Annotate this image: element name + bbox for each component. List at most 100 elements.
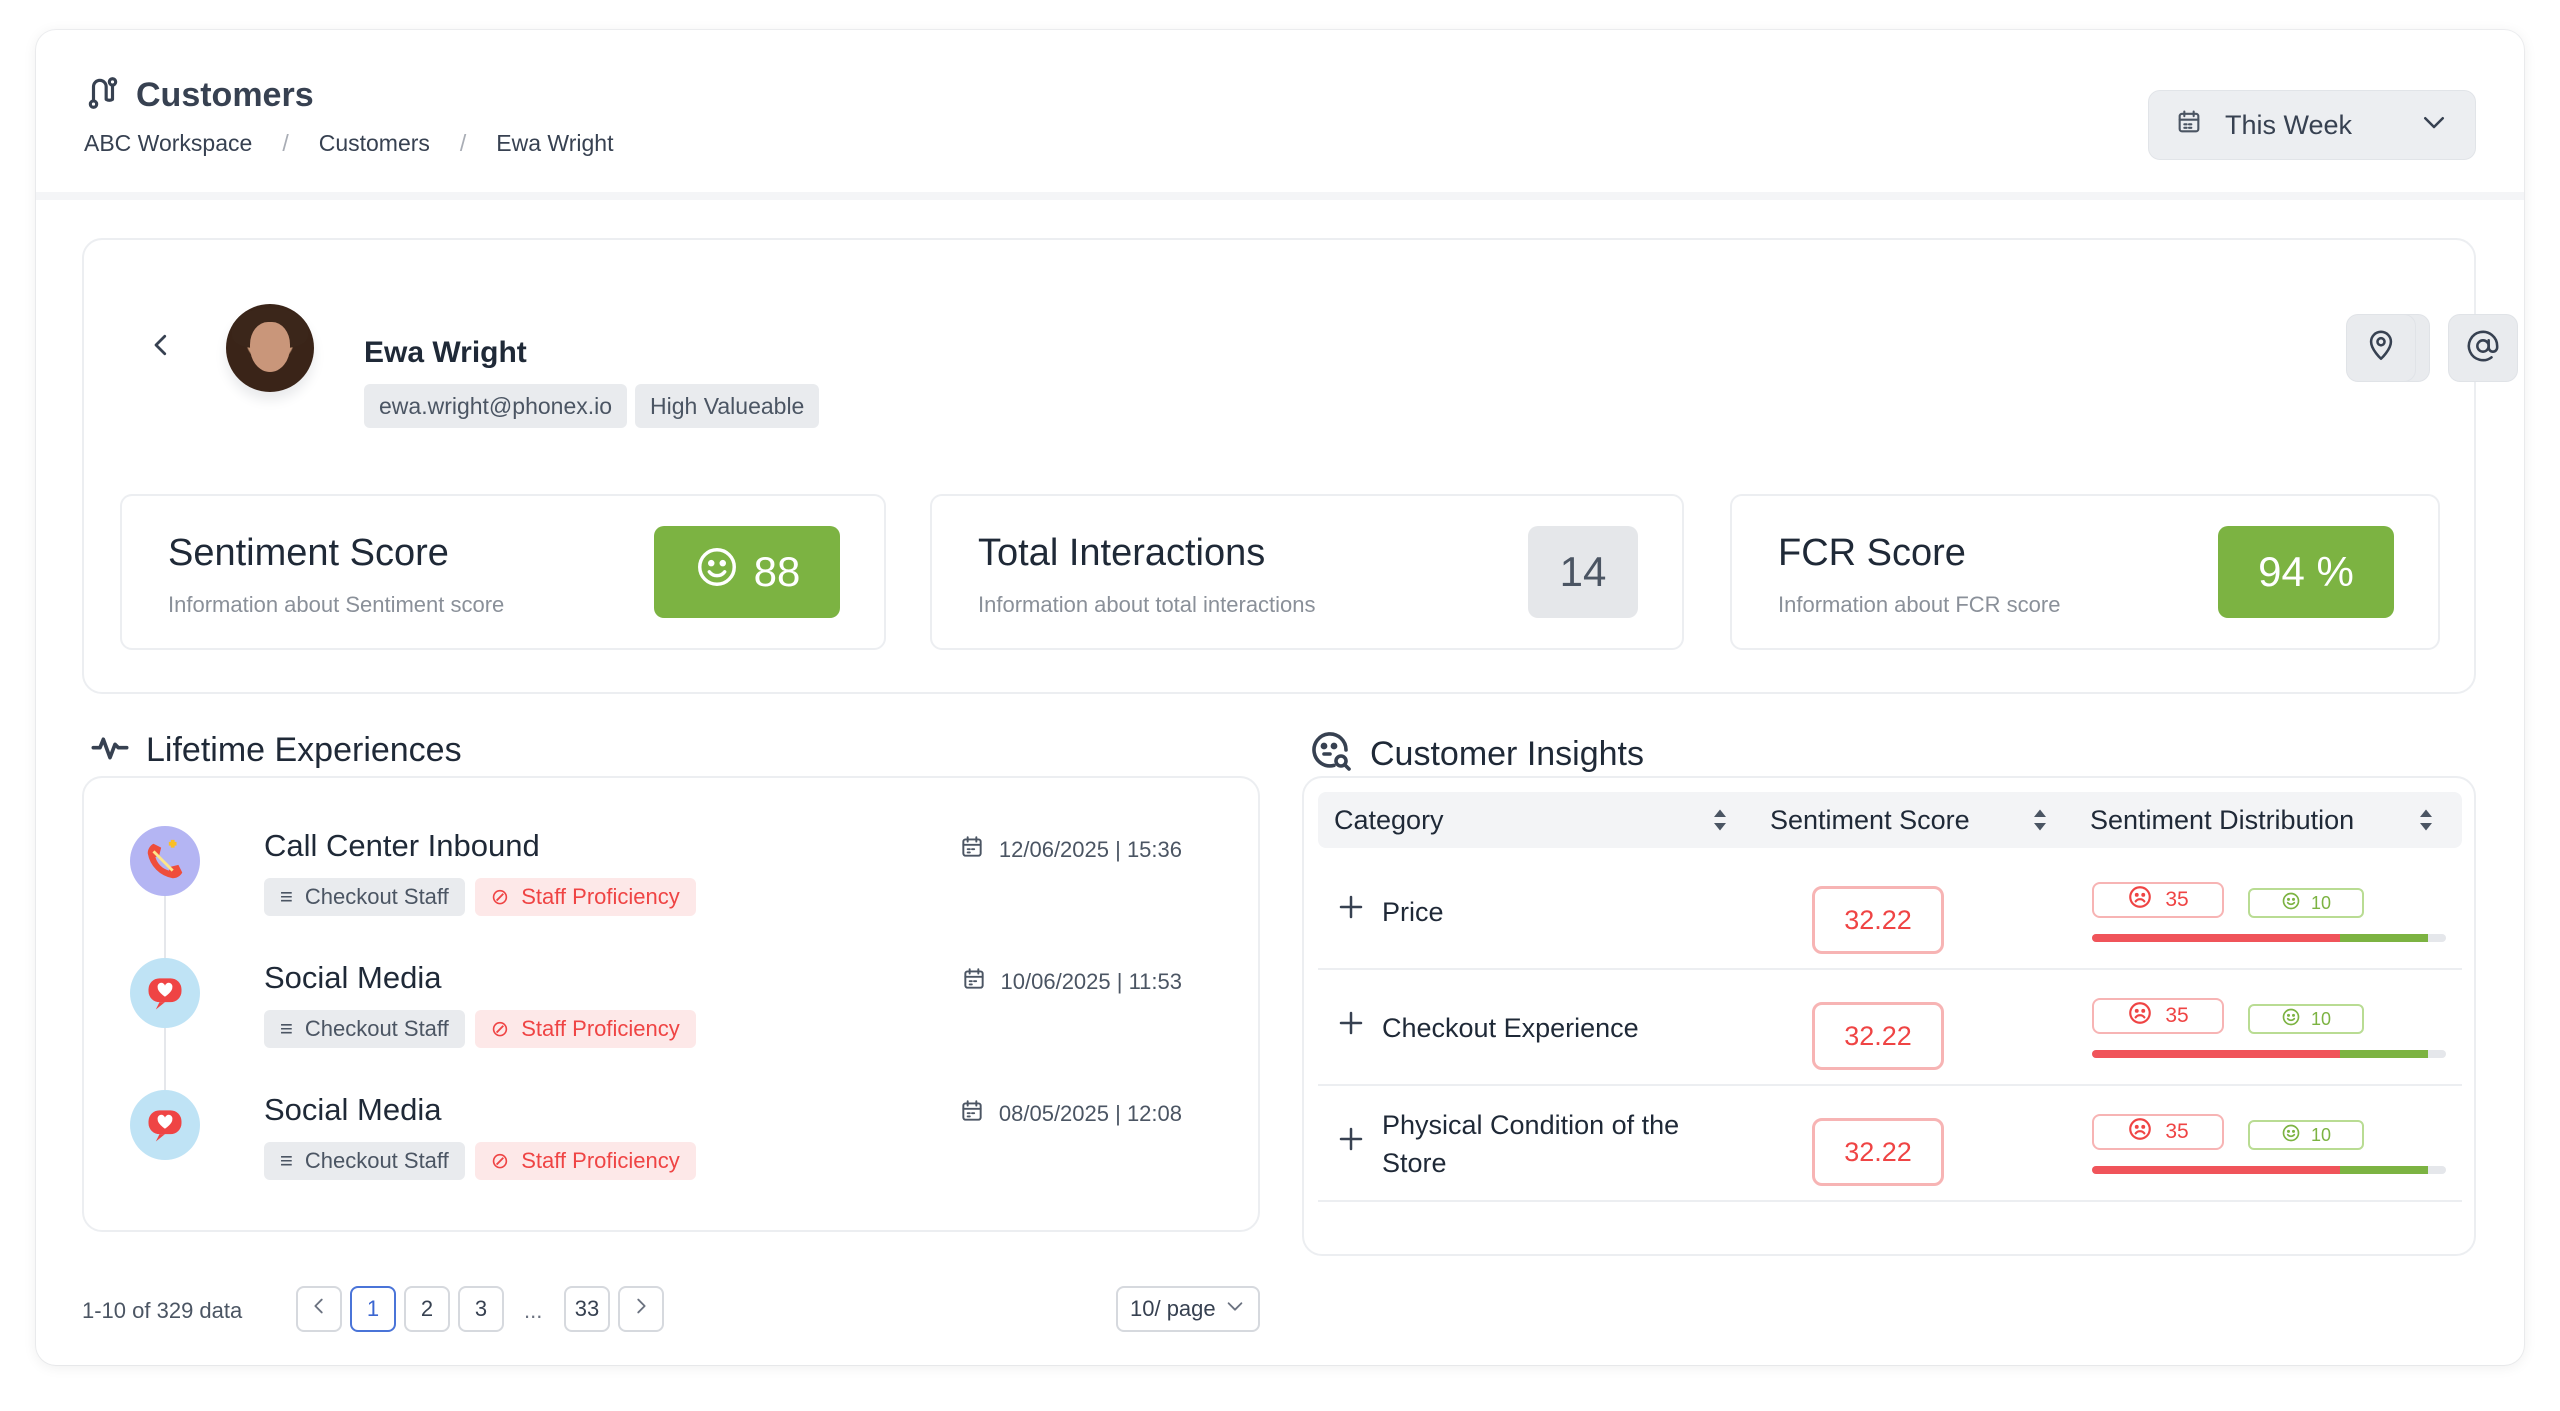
column-header-category[interactable]: Category <box>1334 792 1444 848</box>
social-heart-icon <box>130 958 200 1028</box>
category-label: Physical Condition of the Store <box>1382 1110 1680 1178</box>
experience-date: 08/05/2025 | 12:08 <box>959 1098 1182 1130</box>
tag-checkout-staff: ≡ Checkout Staff <box>264 878 465 916</box>
metric-title: Total Interactions <box>978 532 1266 574</box>
expand-plus-icon[interactable] <box>1336 1008 1366 1048</box>
experience-date: 10/06/2025 | 11:53 <box>961 966 1182 998</box>
page-size-value: 10/ page <box>1130 1296 1216 1321</box>
section-title-text: Lifetime Experiences <box>146 731 462 769</box>
category-label: Price <box>1382 897 1444 927</box>
fcr-score-badge: 94 % <box>2218 526 2394 618</box>
breadcrumb-separator: / <box>459 130 467 156</box>
total-interactions-badge: 14 <box>1528 526 1638 618</box>
negative-count-badge: 35 <box>2092 998 2224 1034</box>
fcr-score-card: FCR Score Information about FCR score 94… <box>1730 494 2440 650</box>
tag-staff-proficiency: ⊘ Staff Proficiency <box>474 1142 696 1180</box>
breadcrumb-customers[interactable]: Customers <box>319 130 430 157</box>
smile-icon <box>2281 1007 2301 1032</box>
negative-share-fill <box>2092 1050 2340 1058</box>
sort-icon[interactable] <box>2418 808 2434 837</box>
experience-date-text: 08/05/2025 | 12:08 <box>998 1101 1182 1126</box>
metric-title: Sentiment Score <box>168 532 449 574</box>
sentiment-score-cell: 32.22 <box>1812 1118 1944 1186</box>
email-tag: ewa.wright@phonex.io <box>364 384 628 428</box>
total-interactions-card: Total Interactions Information about tot… <box>930 494 1684 650</box>
sort-icon[interactable] <box>2032 808 2048 837</box>
email-button[interactable] <box>2448 314 2518 382</box>
category-cell: Price <box>1336 854 1444 970</box>
list-icon: ≡ <box>280 884 293 909</box>
tag-staff-proficiency: ⊘ Staff Proficiency <box>474 1010 696 1048</box>
tag-checkout-staff: ≡ Checkout Staff <box>264 1142 465 1180</box>
sentiment-score-badge: 88 <box>654 526 840 618</box>
map-pin-icon <box>2364 329 2398 368</box>
experience-tags: ≡ Checkout Staff ⊘ Staff Proficiency <box>264 1142 696 1180</box>
location-button[interactable] <box>2346 314 2416 382</box>
customer-insights-title: Customer Insights <box>1306 726 1644 783</box>
pagination-ellipsis: ... <box>524 1298 543 1323</box>
metric-description: Information about total interactions <box>978 592 1316 617</box>
experience-tags: ≡ Checkout Staff ⊘ Staff Proficiency <box>264 1010 696 1048</box>
expand-plus-icon[interactable] <box>1336 892 1366 932</box>
social-heart-icon <box>130 1090 200 1160</box>
calendar-icon <box>2175 108 2203 143</box>
positive-count-badge: 10 <box>2248 1004 2364 1034</box>
page-title: Customers <box>84 74 314 117</box>
next-page-button[interactable] <box>618 1286 664 1332</box>
list-item[interactable]: Social Media 10/06/2025 | 11:53 ≡ Checkou… <box>130 958 1230 1068</box>
page-header: Customers ABC Workspace / Customers / Ew… <box>36 30 2524 200</box>
category-cell: Checkout Experience <box>1336 970 1639 1086</box>
sort-icon[interactable] <box>1712 808 1728 837</box>
experience-title: Social Media <box>264 1092 442 1127</box>
chevron-down-icon <box>2419 107 2449 144</box>
app-frame: Customers ABC Workspace / Customers / Ew… <box>36 30 2524 1365</box>
sad-face-icon <box>2127 1000 2153 1032</box>
column-header-sentiment-distribution[interactable]: Sentiment Distribution <box>2090 792 2354 848</box>
at-sign-icon <box>2466 329 2500 368</box>
back-button[interactable] <box>146 330 176 365</box>
page-button-2[interactable]: 2 <box>404 1286 450 1332</box>
table-row: Price 32.22 35 10 <box>1318 854 2462 970</box>
prev-page-button[interactable] <box>296 1286 342 1332</box>
positive-count-badge: 10 <box>2248 1120 2364 1150</box>
page-button-last[interactable]: 33 <box>564 1286 610 1332</box>
list-icon: ≡ <box>280 1148 293 1173</box>
search-icon: ⊘ <box>490 884 510 909</box>
sentiment-distribution-bar <box>2092 1050 2446 1058</box>
breadcrumb-current: Ewa Wright <box>496 130 614 156</box>
tag-checkout-staff: ≡ Checkout Staff <box>264 1010 465 1048</box>
page-button-3[interactable]: 3 <box>458 1286 504 1332</box>
breadcrumb: ABC Workspace / Customers / Ewa Wright <box>84 130 613 157</box>
route-icon <box>84 74 122 117</box>
list-icon: ≡ <box>280 1016 293 1041</box>
table-header: Category Sentiment Score Sentiment Distr… <box>1318 792 2462 848</box>
metric-description: Information about FCR score <box>1778 592 2061 617</box>
experience-title: Social Media <box>264 960 442 995</box>
calendar-icon <box>959 1098 985 1130</box>
category-label: Checkout Experience <box>1382 1013 1639 1043</box>
sentiment-score-cell: 32.22 <box>1812 886 1944 954</box>
breadcrumb-separator: / <box>282 130 289 156</box>
positive-share-fill <box>2339 1050 2429 1058</box>
page-button-1[interactable]: 1 <box>350 1286 396 1332</box>
table-row: Checkout Experience 32.22 35 10 <box>1318 970 2462 1086</box>
calendar-icon <box>961 966 987 998</box>
tag-staff-proficiency: ⊘ Staff Proficiency <box>474 878 696 916</box>
sentiment-distribution-bar <box>2092 1166 2446 1174</box>
page-size-select[interactable]: 10/ page <box>1116 1286 1260 1332</box>
experience-tags: ≡ Checkout Staff ⊘ Staff Proficiency <box>264 878 696 916</box>
list-item[interactable]: Social Media 08/05/2025 | 12:08 ≡ Checkou… <box>130 1090 1230 1200</box>
face-search-icon <box>1306 726 1354 783</box>
customer-insights-table: Category Sentiment Score Sentiment Distr… <box>1302 776 2476 1256</box>
segment-tag: High Valueable <box>635 384 820 428</box>
expand-plus-icon[interactable] <box>1336 1124 1366 1164</box>
section-title-text: Customer Insights <box>1370 735 1644 773</box>
table-row: Physical Condition of the Store 32.22 35… <box>1318 1086 2462 1202</box>
sad-face-icon <box>2127 884 2153 916</box>
chevron-right-icon <box>630 1295 652 1323</box>
period-select[interactable]: This Week <box>2148 90 2476 160</box>
column-header-sentiment-score[interactable]: Sentiment Score <box>1770 792 1970 848</box>
total-interactions-value: 14 <box>1559 548 1607 595</box>
list-item[interactable]: Call Center Inbound 12/06/2025 | 15:36 ≡… <box>130 826 1230 936</box>
breadcrumb-workspace[interactable]: ABC Workspace <box>84 130 252 157</box>
